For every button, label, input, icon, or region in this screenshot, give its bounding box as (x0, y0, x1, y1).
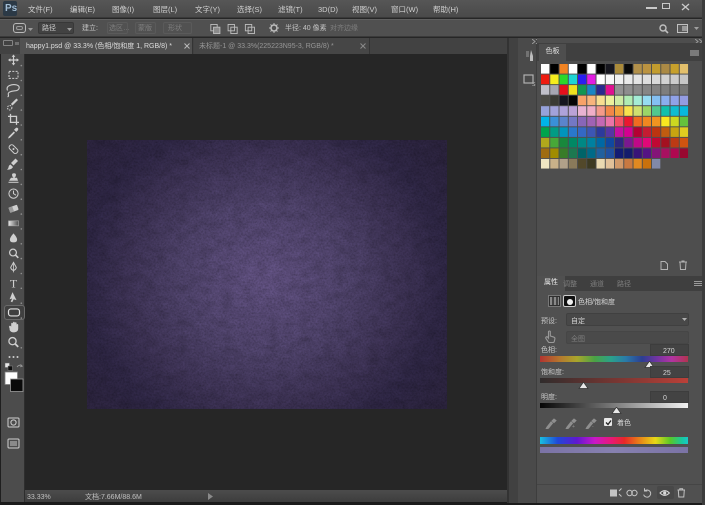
svg-text:+: + (572, 424, 575, 429)
svg-text:T: T (10, 276, 18, 290)
svg-text:-: - (592, 424, 594, 429)
svg-text:s: s (532, 81, 536, 87)
